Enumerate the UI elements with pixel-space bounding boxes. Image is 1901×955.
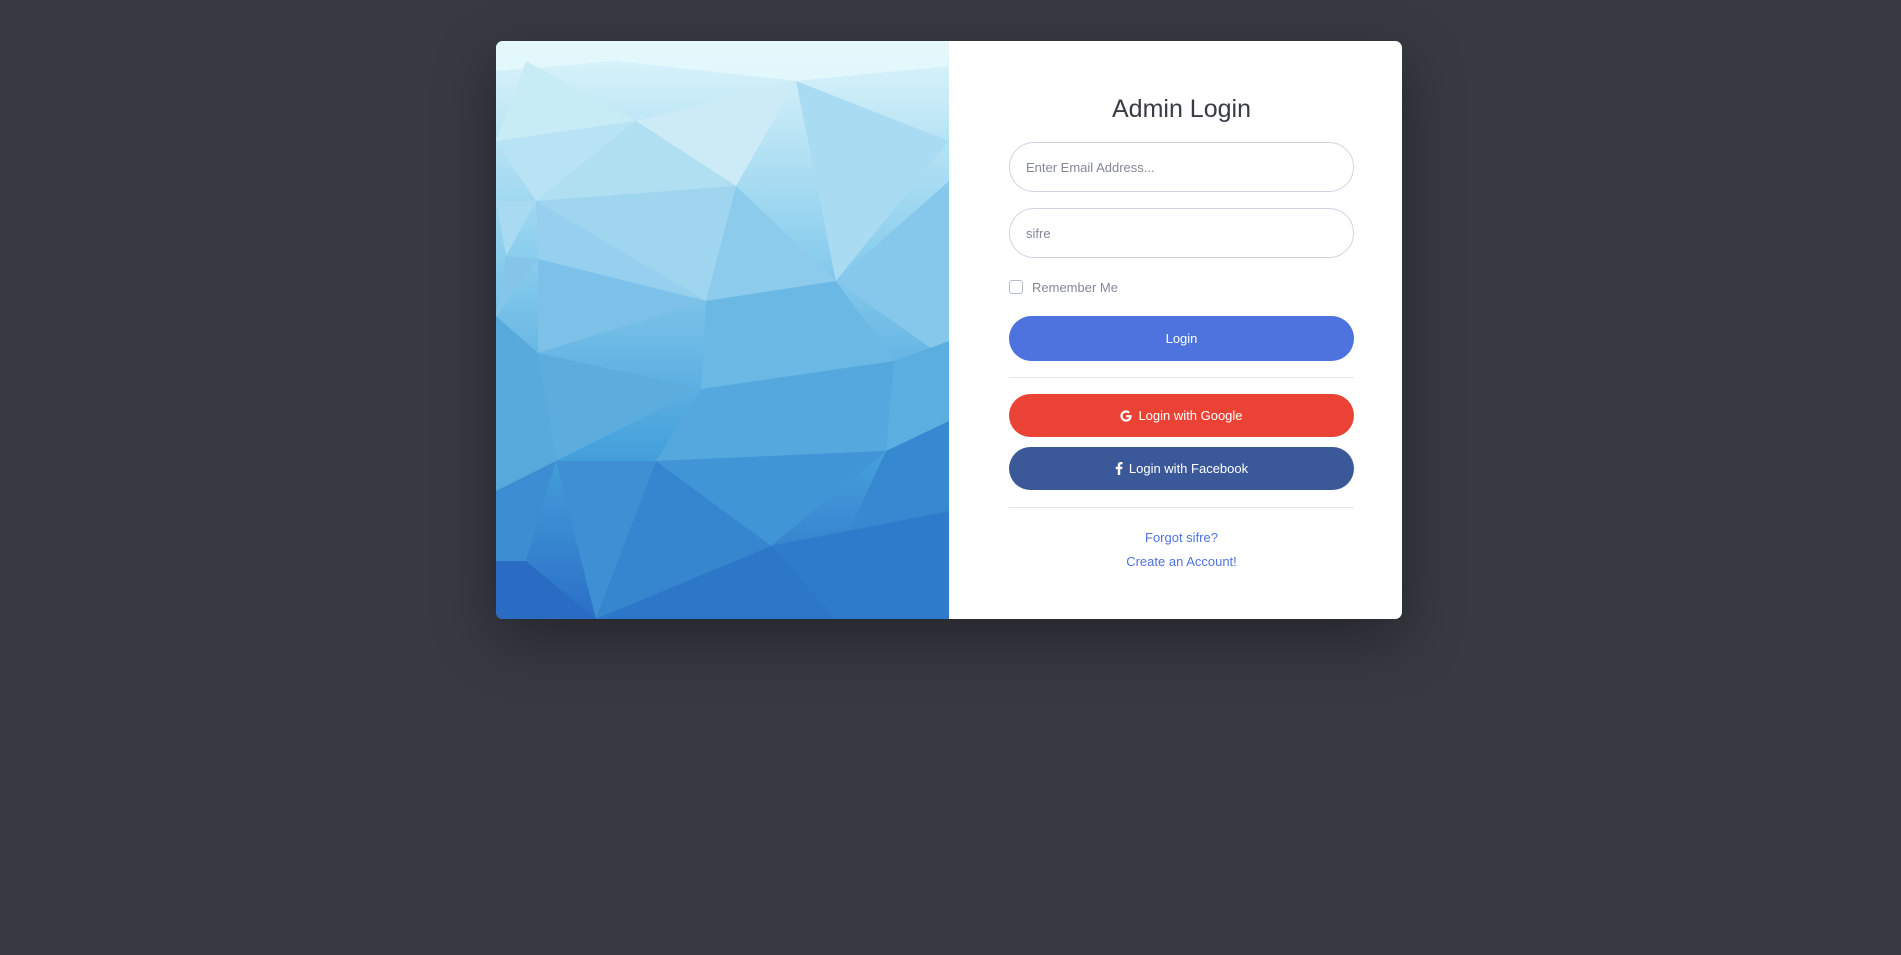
forgot-password-link[interactable]: Forgot sifre?: [1009, 526, 1354, 550]
low-poly-background: [496, 41, 949, 619]
login-with-facebook-button[interactable]: Login with Facebook: [1009, 447, 1354, 490]
auth-links: Forgot sifre? Create an Account!: [1009, 526, 1354, 574]
password-field[interactable]: [1009, 208, 1354, 258]
google-button-label: Login with Google: [1138, 408, 1243, 423]
facebook-button-label: Login with Facebook: [1128, 461, 1249, 476]
login-side-image: [496, 41, 949, 619]
remember-me-label: Remember Me: [1032, 279, 1118, 295]
page-title: Admin Login: [1112, 95, 1251, 123]
remember-me-checkbox[interactable]: [1009, 280, 1023, 294]
facebook-icon: [1115, 462, 1123, 475]
login-button[interactable]: Login: [1009, 316, 1354, 361]
email-field[interactable]: [1009, 142, 1354, 192]
create-account-link[interactable]: Create an Account!: [1009, 550, 1354, 574]
login-with-google-button[interactable]: Login with Google: [1009, 394, 1354, 437]
login-card: Admin Login Remember Me Login Login with…: [496, 41, 1402, 619]
remember-me-row[interactable]: Remember Me: [1009, 278, 1354, 296]
divider: [1009, 377, 1354, 378]
login-form-panel: Admin Login Remember Me Login Login with…: [949, 41, 1402, 619]
divider: [1009, 507, 1354, 508]
google-icon: [1120, 409, 1133, 422]
